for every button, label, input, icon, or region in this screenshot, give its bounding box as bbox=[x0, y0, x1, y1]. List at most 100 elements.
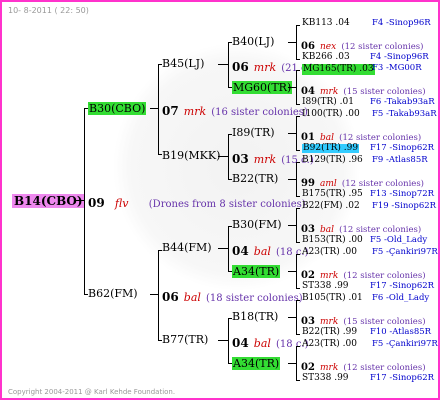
root-drone-info: 09 flv (Drones from 8 sister colonies) bbox=[88, 194, 306, 210]
gen4-bot-0[interactable]: KB266 .03 bbox=[302, 53, 350, 62]
connector bbox=[288, 271, 296, 272]
sire-node-1[interactable]: B62(FM) bbox=[88, 288, 138, 299]
gen4-info-0-queen: nex bbox=[320, 42, 337, 52]
gen4-top-id-7: F5 -Çankiri97R bbox=[372, 339, 438, 349]
connector bbox=[296, 70, 300, 71]
gen2-info-3-queen: bal bbox=[253, 337, 271, 350]
connector bbox=[296, 208, 300, 209]
gen4-info-6: 03 mrk (15 sister colonies) bbox=[301, 311, 426, 327]
grandsire-node-2[interactable]: B44(FM) bbox=[162, 242, 212, 253]
gen2-info-2-queen: bal bbox=[253, 245, 271, 258]
gen4-top-7[interactable]: A23(TR) .00 bbox=[302, 340, 357, 349]
connector bbox=[218, 340, 228, 341]
gen2-info-1-queen: mrk bbox=[253, 153, 277, 166]
connector bbox=[296, 346, 297, 380]
gen4-info-4: 03 bal (12 sister colonies) bbox=[301, 219, 421, 235]
gen3-node-3[interactable]: B22(TR) bbox=[232, 173, 278, 184]
gen4-bot-6[interactable]: B22(TR) .99 bbox=[302, 328, 357, 337]
gen3-node-7[interactable]: A34(TR) bbox=[232, 357, 281, 370]
root-node[interactable]: B14(CBO) bbox=[12, 194, 85, 208]
gen4-info-2-queen: bal bbox=[320, 133, 335, 143]
gen4-bot-1[interactable]: I89(TR) .01 bbox=[302, 98, 354, 107]
connector bbox=[158, 64, 159, 154]
gen1-info-1: 06 bal (18 sister colonies) bbox=[162, 288, 303, 304]
gen4-top-0[interactable]: KB113 .04 bbox=[302, 19, 350, 28]
connector bbox=[288, 317, 296, 318]
gen4-top-id-5: F5 -Çankiri97R bbox=[372, 247, 438, 257]
gen4-info-2-sisters: (12 sister colonies) bbox=[339, 133, 422, 143]
grandsire-node-0[interactable]: B45(LJ) bbox=[162, 58, 204, 69]
connector bbox=[296, 380, 300, 381]
connector bbox=[296, 25, 297, 59]
connector bbox=[288, 87, 296, 88]
gen4-info-4-queen: bal bbox=[320, 225, 335, 235]
gen4-top-4[interactable]: B22(FM) .02 bbox=[302, 202, 360, 211]
gen3-node-5[interactable]: A34(TR) bbox=[232, 265, 281, 278]
gen3-node-4[interactable]: B30(FM) bbox=[232, 219, 282, 230]
gen4-top-id-1: F3 -MG00R bbox=[372, 63, 422, 73]
connector bbox=[296, 242, 300, 243]
grandsire-node-3[interactable]: B77(TR) bbox=[162, 334, 208, 345]
gen3-node-1[interactable]: MG60(TR) bbox=[232, 81, 293, 94]
gen4-bot-id-4: F5 -Old_Lady bbox=[370, 235, 428, 245]
connector bbox=[296, 254, 300, 255]
gen1-info-1-queen: bal bbox=[183, 291, 201, 304]
connector bbox=[296, 288, 300, 289]
gen4-info-3: 99 aml (12 sister colonies) bbox=[301, 173, 424, 189]
connector bbox=[228, 318, 229, 363]
gen3-node-0[interactable]: B40(LJ) bbox=[232, 36, 274, 47]
gen1-info-0-sisters: (16 sister colonies) bbox=[211, 107, 308, 118]
gen2-info-0-queen: mrk bbox=[253, 61, 277, 74]
gen4-info-5-sisters: (12 sister colonies) bbox=[343, 271, 426, 281]
connector bbox=[296, 196, 300, 197]
gen4-top-id-3: F9 -Atlas85R bbox=[372, 155, 428, 165]
gen1-info-0-num: 07 bbox=[162, 104, 179, 118]
gen4-bot-7[interactable]: ST338 .99 bbox=[302, 374, 349, 383]
gen4-top-5[interactable]: A23(TR) .00 bbox=[302, 248, 357, 257]
gen2-info-2: 04 bal (18 c.) bbox=[232, 242, 309, 258]
gen4-info-5: 02 mrk (12 sister colonies) bbox=[301, 265, 426, 281]
gen3-node-2[interactable]: I89(TR) bbox=[232, 127, 275, 138]
connector bbox=[296, 59, 300, 60]
connector bbox=[218, 248, 228, 249]
root-num: 09 bbox=[88, 196, 105, 210]
connector bbox=[296, 25, 300, 26]
gen4-bot-4[interactable]: B153(TR) .00 bbox=[302, 236, 363, 245]
gen4-info-7-num: 02 bbox=[301, 362, 315, 373]
gen4-info-1-num: 04 bbox=[301, 86, 315, 97]
connector bbox=[296, 254, 297, 288]
gen4-info-7-queen: mrk bbox=[320, 363, 339, 373]
connector bbox=[158, 250, 159, 340]
gen4-bot-id-7: F17 -Sinop62R bbox=[370, 373, 435, 383]
gen4-info-5-num: 02 bbox=[301, 270, 315, 281]
sire-node-0[interactable]: B30(CBO) bbox=[88, 102, 147, 115]
connector bbox=[296, 346, 300, 347]
connector bbox=[76, 200, 84, 201]
gen1-info-0: 07 mrk (16 sister colonies) bbox=[162, 102, 308, 118]
gen4-info-0-num: 06 bbox=[301, 41, 315, 52]
copyright-footer: Copyright 2004-2011 @ Karl Kehde Foundat… bbox=[8, 388, 176, 396]
gen2-info-3: 04 bal (18 c.) bbox=[232, 334, 309, 350]
gen4-info-1-queen: mrk bbox=[320, 87, 339, 97]
gen4-top-id-2: F5 -Takab93aR bbox=[372, 109, 437, 119]
root-sisters: (Drones from 8 sister colonies) bbox=[148, 199, 306, 210]
gen4-top-id-6: F6 -Old_Lady bbox=[372, 293, 430, 303]
gen4-bot-id-0: F4 -Sinop96R bbox=[370, 52, 429, 62]
gen4-top-6[interactable]: B105(TR) .01 bbox=[302, 294, 363, 303]
connector bbox=[296, 162, 300, 163]
gen4-bot-id-3: F13 -Sinop72R bbox=[370, 189, 435, 199]
gen4-bot-5[interactable]: ST338 .99 bbox=[302, 282, 349, 291]
connector bbox=[296, 150, 300, 151]
gen4-info-2: 01 bal (12 sister colonies) bbox=[301, 127, 421, 143]
gen4-bot-2[interactable]: B92(TR) .99 bbox=[302, 144, 360, 153]
connector bbox=[228, 134, 229, 179]
grandsire-node-1[interactable]: B19(MKK) bbox=[162, 150, 220, 161]
connector bbox=[296, 70, 297, 104]
connector bbox=[296, 162, 297, 196]
gen4-top-1[interactable]: MG165(TR) .03 bbox=[302, 64, 375, 75]
gen4-top-3[interactable]: B129(TR) .96 bbox=[302, 156, 363, 165]
gen3-node-6[interactable]: B18(TR) bbox=[232, 311, 278, 322]
gen4-info-7: 02 mrk (12 sister colonies) bbox=[301, 357, 426, 373]
gen4-top-2[interactable]: I100(TR) .00 bbox=[302, 110, 360, 119]
gen4-bot-3[interactable]: B175(TR) .95 bbox=[302, 190, 363, 199]
